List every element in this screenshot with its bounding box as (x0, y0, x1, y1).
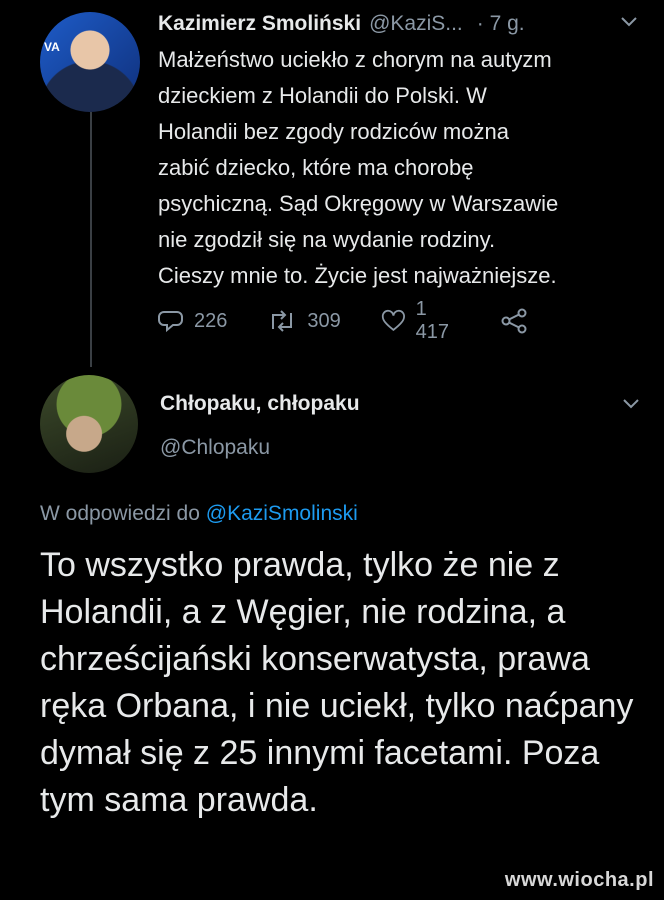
like-icon (381, 309, 405, 331)
watermark: www.wiocha.pl (504, 869, 654, 891)
reply-author-handle[interactable]: @Chlopaku (160, 436, 270, 460)
thread-line (90, 112, 92, 367)
reply-icon (158, 311, 183, 333)
author-avatar[interactable]: VA (40, 12, 140, 112)
retweet-count: 309 (307, 309, 341, 332)
like-count: 1 417 (415, 298, 449, 343)
share-button[interactable] (500, 308, 538, 334)
retweet-icon (272, 310, 293, 332)
reply-author-avatar[interactable] (40, 375, 138, 473)
retweet-button[interactable]: 309 (267, 309, 341, 333)
tweet-text: Małżeństwo uciekło z chorym na autyzm dz… (158, 47, 559, 288)
author-name[interactable]: Kazimierz Smoliński (158, 12, 361, 36)
tweet-time[interactable]: · 7 g. (477, 12, 525, 36)
tweet-actions: 226 309 1 417 (158, 298, 578, 343)
reply-count: 226 (194, 309, 228, 332)
reply-author-name[interactable]: Chłopaku, chłopaku (160, 392, 360, 416)
like-button[interactable]: 1 417 (381, 298, 460, 344)
author-handle[interactable]: @KaziS... (369, 12, 463, 36)
replying-prefix: W odpowiedzi do (40, 502, 200, 525)
chevron-down-icon[interactable] (622, 394, 640, 415)
chevron-down-icon[interactable] (620, 12, 638, 33)
replying-to: W odpowiedzi do @KaziSmolinski (40, 502, 358, 526)
avatar-badge: VA (44, 40, 60, 54)
reply-text: To wszystko prawda, tylko że nie z Holan… (40, 546, 634, 819)
share-icon (501, 308, 527, 334)
reply-button[interactable]: 226 (158, 309, 227, 333)
tweet-header: Kazimierz Smoliński @KaziS... · 7 g. (158, 10, 638, 38)
replying-mention[interactable]: @KaziSmolinski (206, 502, 358, 525)
